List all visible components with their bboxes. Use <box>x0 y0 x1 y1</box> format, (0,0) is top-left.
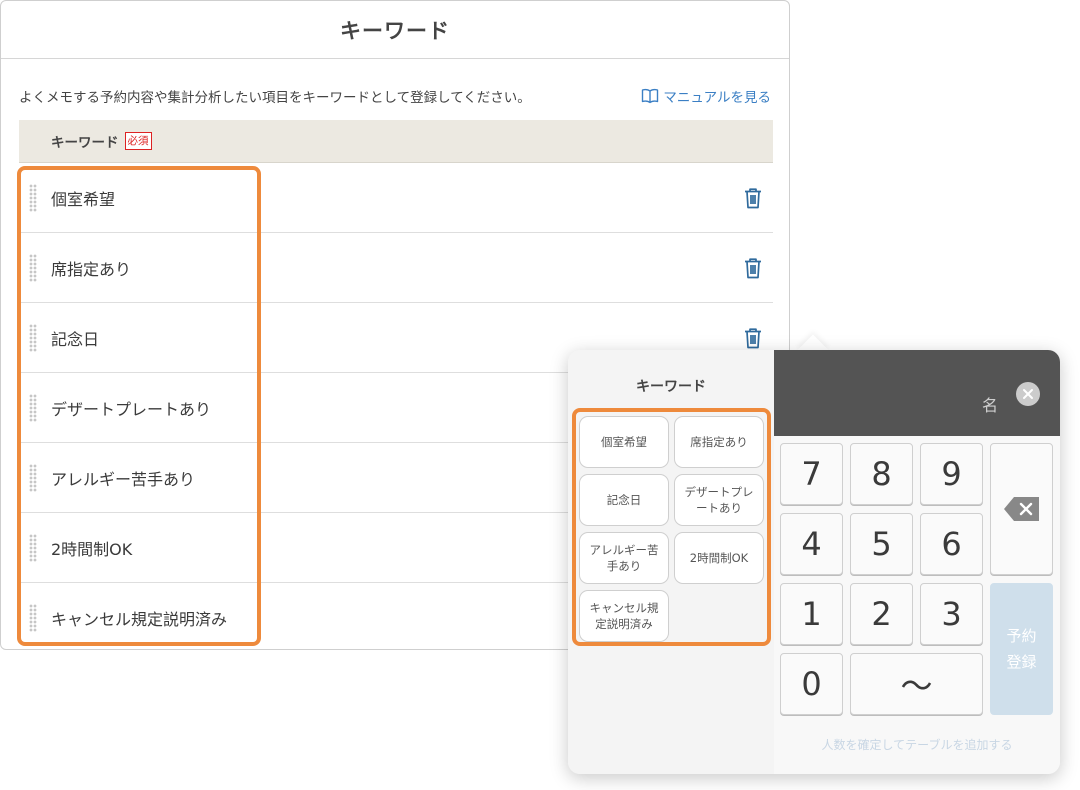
key-5[interactable]: 5 <box>850 513 913 575</box>
key-1[interactable]: 1 <box>780 583 843 645</box>
keyword-text[interactable]: アレルギー苦手あり <box>51 466 195 490</box>
required-badge: 必須 <box>124 132 152 150</box>
keyword-row: 個室希望 <box>19 163 773 233</box>
keyword-table-header: キーワード 必須 <box>19 120 773 163</box>
numpad-area: 名 7 8 9 4 5 6 1 2 3 予約 登録 0 〜 人数を確定してテーブ… <box>774 350 1060 774</box>
close-icon[interactable] <box>1016 382 1040 406</box>
key-6[interactable]: 6 <box>920 513 983 575</box>
keyword-chip[interactable]: デザートプレートあり <box>674 474 764 526</box>
trash-icon[interactable] <box>743 187 763 209</box>
key-range[interactable]: 〜 <box>850 653 983 715</box>
footer-note: 人数を確定してテーブルを追加する <box>821 738 1013 752</box>
keyword-text[interactable]: 個室希望 <box>51 186 115 210</box>
grip-icon[interactable] <box>29 253 37 282</box>
reserve-submit-button[interactable]: 予約 登録 <box>990 583 1053 715</box>
keyword-chip[interactable]: アレルギー苦手あり <box>579 532 669 584</box>
key-3[interactable]: 3 <box>920 583 983 645</box>
keyword-text[interactable]: 記念日 <box>51 326 99 350</box>
grip-icon[interactable] <box>29 533 37 562</box>
submit-label-line2: 登録 <box>1006 653 1037 671</box>
keyword-picker-title: キーワード <box>636 379 706 395</box>
book-icon <box>641 88 659 104</box>
submit-label-line1: 予約 <box>1006 627 1037 645</box>
keyword-picker: キーワード 個室希望 席指定あり 記念日 デザートプレートあり アレルギー苦手あ… <box>568 350 774 774</box>
keyword-text[interactable]: キャンセル規定説明済み <box>51 606 227 630</box>
backspace-key[interactable] <box>990 443 1053 575</box>
keyword-chip[interactable]: 個室希望 <box>579 416 669 468</box>
grip-icon[interactable] <box>29 183 37 212</box>
keyword-text[interactable]: 2時間制OK <box>51 536 132 560</box>
trash-icon[interactable] <box>743 257 763 279</box>
keyword-text[interactable]: デザートプレートあり <box>51 396 211 420</box>
keyword-chip[interactable]: 席指定あり <box>674 416 764 468</box>
manual-link-label: マニュアルを見る <box>663 90 771 106</box>
grip-icon[interactable] <box>29 323 37 352</box>
panel-title: キーワード <box>340 18 450 43</box>
panel-header: キーワード <box>1 1 789 59</box>
display-unit: 名 <box>981 396 998 415</box>
keyword-text[interactable]: 席指定あり <box>51 256 131 280</box>
key-0[interactable]: 0 <box>780 653 843 715</box>
key-8[interactable]: 8 <box>850 443 913 505</box>
key-2[interactable]: 2 <box>850 583 913 645</box>
keyword-chip[interactable]: キャンセル規定説明済み <box>579 590 669 642</box>
keyword-chip[interactable]: 記念日 <box>579 474 669 526</box>
keyword-row: 席指定あり <box>19 233 773 303</box>
grip-icon[interactable] <box>29 604 37 632</box>
keyword-column-header: キーワード <box>51 135 119 151</box>
key-9[interactable]: 9 <box>920 443 983 505</box>
backspace-icon <box>1003 496 1041 522</box>
intro-row: よくメモする予約内容や集計分析したい項目をキーワードとして登録してください。 マ… <box>19 85 771 107</box>
count-display: 名 <box>774 350 1060 436</box>
key-7[interactable]: 7 <box>780 443 843 505</box>
grip-icon[interactable] <box>29 463 37 492</box>
manual-link[interactable]: マニュアルを見る <box>641 86 771 106</box>
key-4[interactable]: 4 <box>780 513 843 575</box>
keyword-chip[interactable]: 2時間制OK <box>674 532 764 584</box>
intro-text: よくメモする予約内容や集計分析したい項目をキーワードとして登録してください。 <box>19 90 531 106</box>
trash-icon[interactable] <box>743 327 763 349</box>
keyword-numpad-popup: キーワード 個室希望 席指定あり 記念日 デザートプレートあり アレルギー苦手あ… <box>568 350 1060 774</box>
grip-icon[interactable] <box>29 393 37 422</box>
